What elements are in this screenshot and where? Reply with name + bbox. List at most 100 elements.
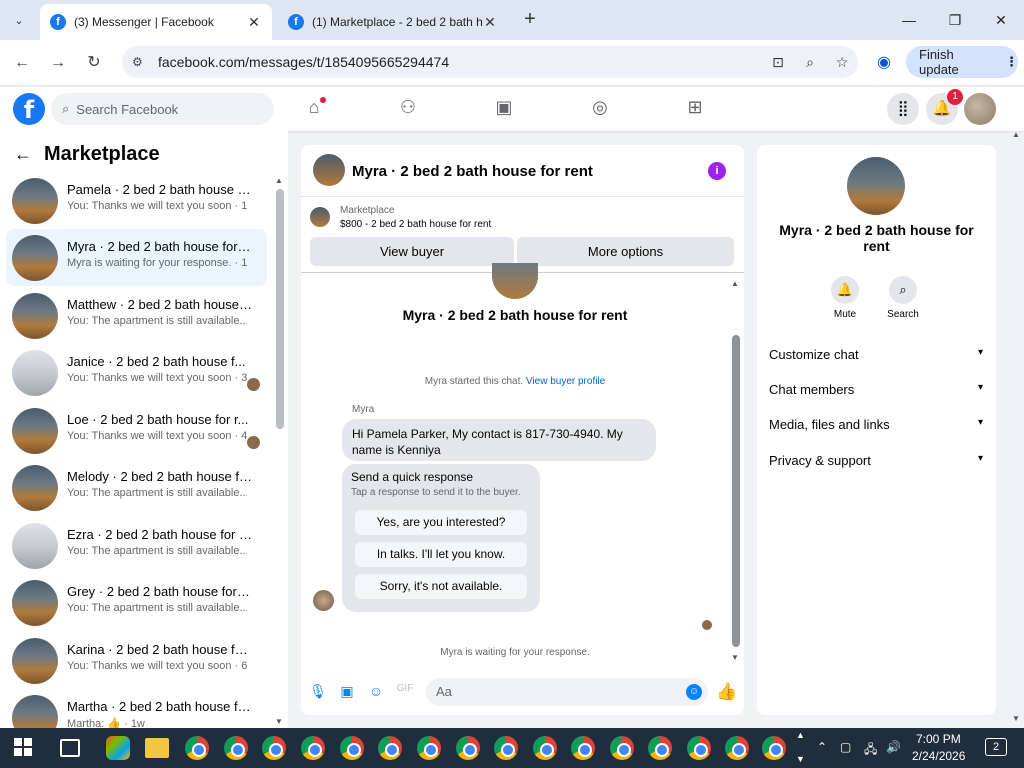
back-arrow-icon[interactable]: ← [14, 144, 32, 165]
page-scroll-up-arrow-icon[interactable]: ▲ [1012, 130, 1020, 139]
chrome-taskbar-icon[interactable] [224, 736, 248, 760]
groups-icon[interactable]: ◎ [587, 97, 613, 123]
customize-chat-row[interactable]: Customize chat ▾ [769, 347, 983, 362]
chrome-taskbar-icon[interactable] [533, 736, 557, 760]
url-text[interactable]: facebook.com/messages/t/1854095665294474 [158, 54, 762, 70]
omnibox[interactable]: ⚙ facebook.com/messages/t/18540956652944… [122, 46, 858, 78]
sender-avatar [313, 590, 334, 611]
close-tab-icon[interactable]: ✕ [246, 14, 262, 31]
conversation-item[interactable]: Matthew · 2 bed 2 bath house f... You: T… [6, 287, 267, 344]
taskbar-scroll-up-icon[interactable]: ▲ [796, 730, 805, 740]
conversation-item-active[interactable]: Myra · 2 bed 2 bath house for r... Myra … [6, 229, 267, 286]
gaming-icon[interactable]: ⊞ [682, 97, 708, 123]
chrome-taskbar-icon[interactable] [301, 736, 325, 760]
chat-title[interactable]: Myra · 2 bed 2 bath house for rent [352, 163, 593, 180]
chrome-taskbar-icon[interactable] [456, 736, 480, 760]
conversation-item[interactable]: Martha · 2 bed 2 bath house for... Marth… [6, 689, 267, 728]
chat-scrollbar[interactable] [732, 335, 740, 647]
network-icon[interactable]: 🖧 [864, 740, 877, 761]
chat-members-row[interactable]: Chat members ▾ [769, 382, 983, 397]
back-button[interactable]: ← [10, 52, 34, 74]
conversation-item[interactable]: Melody · 2 bed 2 bath house fo... You: T… [6, 459, 267, 516]
page-scroll-down-arrow-icon[interactable]: ▼ [1012, 714, 1020, 723]
scroll-up-arrow-icon[interactable]: ▲ [275, 176, 283, 185]
conversation-item[interactable]: Pamela · 2 bed 2 bath house for... You: … [6, 172, 267, 229]
profile-icon[interactable]: ◉ [872, 52, 896, 74]
volume-icon[interactable]: 🔊 [886, 740, 901, 754]
mute-button[interactable]: 🔔 Mute [821, 276, 869, 320]
meet-now-icon[interactable]: ▢ [840, 740, 851, 754]
notification-center-button[interactable]: 2 [985, 738, 1007, 756]
restore-button[interactable]: ❐ [940, 8, 970, 32]
message-input[interactable]: Aa [426, 678, 708, 706]
tab-messenger[interactable]: f (3) Messenger | Facebook ✕ [40, 4, 272, 40]
photo-icon[interactable]: ▣ [338, 683, 356, 701]
close-tab-icon[interactable]: ✕ [482, 14, 498, 31]
task-view-icon[interactable] [60, 739, 80, 757]
gif-icon[interactable]: GIF [396, 683, 414, 701]
reload-button[interactable]: ↻ [82, 52, 106, 74]
chrome-taskbar-icon[interactable] [648, 736, 672, 760]
tab-marketplace[interactable]: f (1) Marketplace - 2 bed 2 bath h ✕ [278, 4, 508, 40]
chrome-taskbar-icon[interactable] [610, 736, 634, 760]
quick-response-option[interactable]: In talks. I'll let you know. [355, 542, 527, 567]
install-app-icon[interactable]: ⊡ [762, 54, 794, 71]
taskbar-scroll-down-icon[interactable]: ▼ [796, 754, 805, 764]
quick-response-option[interactable]: Yes, are you interested? [355, 510, 527, 535]
menu-grid-icon[interactable]: ⣿ [887, 93, 919, 125]
chat-avatar[interactable] [313, 154, 345, 186]
forward-button[interactable]: → [46, 52, 70, 74]
video-icon[interactable]: ▣ [491, 97, 517, 123]
bookmark-star-icon[interactable]: ☆ [826, 54, 858, 71]
tab-search-dropdown[interactable]: ⌄ [6, 8, 32, 32]
chrome-taskbar-icon[interactable] [725, 736, 749, 760]
chrome-taskbar-icon[interactable] [687, 736, 711, 760]
quick-response-option[interactable]: Sorry, it's not available. [355, 574, 527, 599]
clock-date[interactable]: 2/24/2026 [912, 749, 965, 763]
emoji-icon[interactable]: ☺ [686, 684, 702, 700]
search-button[interactable]: ⌕ Search [879, 276, 927, 320]
conversation-item[interactable]: Karina · 2 bed 2 bath house for ... You:… [6, 632, 267, 689]
scroll-down-arrow-icon[interactable]: ▼ [275, 717, 283, 726]
windows-start-icon[interactable] [14, 738, 32, 756]
chrome-taskbar-icon[interactable] [262, 736, 286, 760]
facebook-search-input[interactable]: ⌕ Search Facebook [51, 93, 274, 125]
clock-time[interactable]: 7:00 PM [916, 732, 961, 746]
chrome-taskbar-icon[interactable] [185, 736, 209, 760]
media-files-links-row[interactable]: Media, files and links ▾ [769, 417, 983, 432]
finish-update-button[interactable]: Finish update ⋮ [906, 46, 1018, 78]
thumbs-up-icon[interactable]: 👍 [716, 682, 737, 702]
close-window-button[interactable]: ✕ [986, 8, 1016, 32]
privacy-support-row[interactable]: Privacy & support ▾ [769, 453, 983, 468]
show-hidden-icons-icon[interactable]: ⌃ [817, 740, 827, 754]
scroll-down-arrow-icon[interactable]: ▼ [731, 653, 739, 662]
new-tab-button[interactable]: + [518, 8, 542, 32]
conversation-item[interactable]: Janice · 2 bed 2 bath house f... You: Th… [6, 344, 267, 401]
info-icon[interactable]: i [708, 162, 726, 180]
chrome-taskbar-icon[interactable] [494, 736, 518, 760]
zoom-icon[interactable]: ⌕ [794, 54, 826, 71]
facebook-logo-icon[interactable]: f [13, 93, 45, 125]
marketplace-listing-row[interactable]: Marketplace $800 - 2 bed 2 bath house fo… [310, 205, 730, 231]
file-explorer-icon[interactable] [145, 738, 169, 758]
sticker-icon[interactable]: ☺ [367, 683, 385, 701]
chrome-taskbar-icon[interactable] [340, 736, 364, 760]
chrome-taskbar-icon[interactable] [762, 736, 786, 760]
chrome-taskbar-icon[interactable] [417, 736, 441, 760]
view-buyer-profile-link[interactable]: View buyer profile [526, 376, 605, 387]
chrome-taskbar-icon[interactable] [378, 736, 402, 760]
chrome-taskbar-icon[interactable] [571, 736, 595, 760]
microphone-icon[interactable]: 🎙 [309, 683, 327, 701]
view-buyer-button[interactable]: View buyer [310, 237, 514, 266]
copilot-icon[interactable] [106, 736, 130, 760]
minimize-button[interactable]: — [894, 8, 924, 32]
scroll-up-arrow-icon[interactable]: ▲ [731, 279, 739, 288]
conversation-item[interactable]: Grey · 2 bed 2 bath house for re... You:… [6, 574, 267, 631]
conversation-item[interactable]: Ezra · 2 bed 2 bath house for rent You: … [6, 517, 267, 574]
account-avatar[interactable] [964, 93, 996, 125]
site-info-icon[interactable]: ⚙ [132, 55, 154, 69]
conversation-list-scrollbar[interactable] [276, 189, 284, 429]
conversation-item[interactable]: Loe · 2 bed 2 bath house for r... You: T… [6, 402, 267, 459]
more-options-button[interactable]: More options [517, 237, 734, 266]
friends-icon[interactable]: ⚇ [395, 97, 421, 123]
